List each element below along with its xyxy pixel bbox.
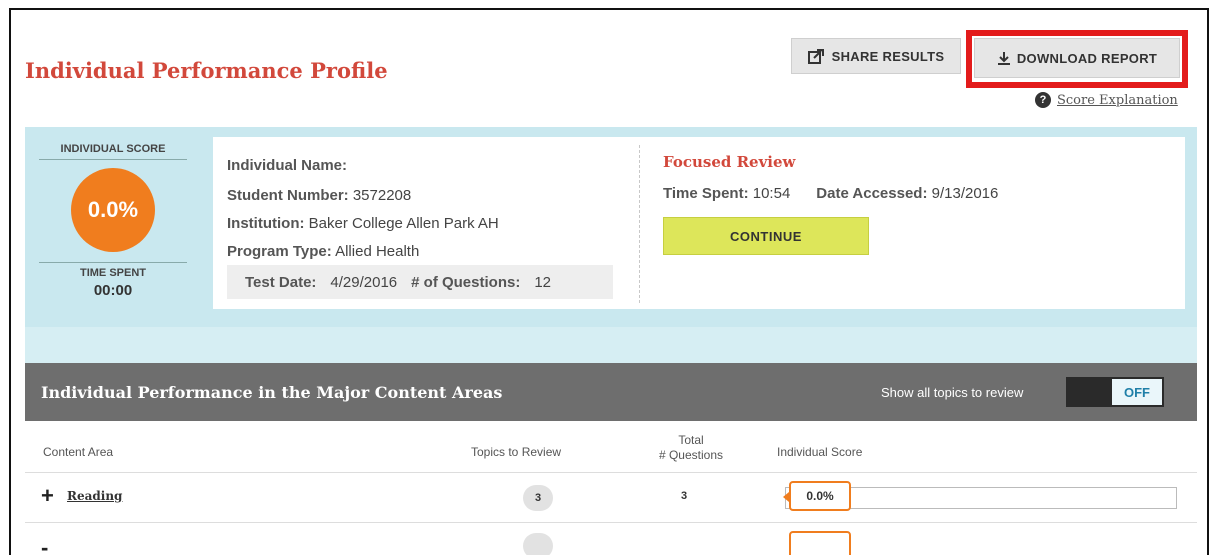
institution-value: Baker College Allen Park AH bbox=[308, 215, 499, 232]
score-marker: 0.0% bbox=[789, 481, 851, 511]
institution-line: Institution: Baker College Allen Park AH bbox=[227, 215, 499, 232]
share-results-label: SHARE RESULTS bbox=[831, 48, 945, 64]
focused-review-title: Focused Review bbox=[663, 153, 796, 171]
student-number-value: 3572208 bbox=[352, 187, 412, 204]
content-areas-title: Individual Performance in the Major Cont… bbox=[41, 383, 503, 402]
expand-plus-icon[interactable]: + bbox=[41, 485, 54, 507]
show-topics-toggle[interactable]: OFF bbox=[1066, 377, 1164, 407]
individual-score-header: INDIVIDUAL SCORE bbox=[39, 137, 187, 160]
questions-count-label: # of Questions: bbox=[411, 273, 521, 291]
col-topics-to-review: Topics to Review bbox=[471, 445, 562, 459]
focused-date-value: 9/13/2016 bbox=[931, 185, 999, 202]
summary-panel: INDIVIDUAL SCORE 0.0% TIME SPENT 00:00 I… bbox=[25, 127, 1197, 327]
score-marker-partial bbox=[789, 531, 851, 555]
col-total-line1: Total bbox=[678, 433, 704, 447]
help-icon: ? bbox=[1035, 92, 1051, 108]
table-row: + Reading 3 3 0.0% bbox=[25, 473, 1197, 523]
student-info-card: Individual Name: Student Number: 3572208… bbox=[213, 137, 1185, 309]
total-questions-value: 3 bbox=[681, 490, 688, 502]
show-topics-label: Show all topics to review bbox=[881, 385, 1024, 400]
page-frame: Individual Performance Profile SHARE RES… bbox=[9, 8, 1209, 555]
topics-to-review-badge-partial bbox=[523, 533, 553, 555]
col-total-questions: Total # Questions bbox=[651, 433, 731, 463]
col-content-area: Content Area bbox=[43, 445, 114, 459]
content-area-link[interactable]: Reading bbox=[67, 489, 122, 503]
info-divider bbox=[639, 145, 640, 303]
student-number-label: Student Number: bbox=[227, 187, 349, 204]
download-report-button[interactable]: DOWNLOAD REPORT bbox=[974, 38, 1180, 78]
download-report-label: DOWNLOAD REPORT bbox=[1016, 50, 1158, 66]
time-spent-value: 00:00 bbox=[93, 282, 133, 299]
continue-button[interactable]: CONTINUE bbox=[663, 217, 869, 255]
focused-date-accessed: Date Accessed: 9/13/2016 bbox=[816, 185, 998, 202]
table-header: Content Area Topics to Review Total # Qu… bbox=[25, 421, 1197, 473]
content-areas-header: Individual Performance in the Major Cont… bbox=[25, 363, 1197, 421]
score-explanation-link[interactable]: ? Score Explanation bbox=[1035, 92, 1178, 108]
individual-score-box: INDIVIDUAL SCORE 0.0% TIME SPENT 00:00 bbox=[33, 137, 193, 307]
student-number-line: Student Number: 3572208 bbox=[227, 187, 411, 204]
individual-score-value: 0.0% bbox=[71, 168, 155, 252]
individual-name-line: Individual Name: bbox=[227, 157, 347, 174]
focused-time-value: 10:54 bbox=[752, 185, 791, 202]
score-explanation-label: Score Explanation bbox=[1057, 92, 1178, 108]
focused-review-details: Time Spent: 10:54 Date Accessed: 9/13/20… bbox=[663, 185, 998, 202]
questions-count-value: 12 bbox=[534, 273, 552, 291]
topics-to-review-badge: 3 bbox=[523, 485, 553, 511]
time-spent-header: TIME SPENT bbox=[39, 262, 187, 279]
page-title: Individual Performance Profile bbox=[25, 58, 388, 83]
test-date-label: Test Date: bbox=[245, 273, 317, 291]
program-type-value: Allied Health bbox=[335, 243, 420, 260]
focused-time-label: Time Spent: bbox=[663, 185, 749, 202]
toggle-knob bbox=[1068, 379, 1112, 405]
focused-time-spent: Time Spent: 10:54 bbox=[663, 185, 790, 202]
share-icon bbox=[807, 49, 824, 64]
share-results-button[interactable]: SHARE RESULTS bbox=[791, 38, 961, 74]
individual-name-label: Individual Name: bbox=[227, 157, 348, 174]
toggle-state: OFF bbox=[1112, 379, 1162, 405]
col-total-line2: # Questions bbox=[658, 448, 724, 462]
table-row-partial: - bbox=[25, 523, 1197, 555]
col-individual-score: Individual Score bbox=[777, 445, 863, 459]
program-type-label: Program Type: bbox=[227, 243, 332, 260]
spacer-band bbox=[25, 327, 1197, 363]
program-type-line: Program Type: Allied Health bbox=[227, 243, 419, 260]
test-details-strip: Test Date: 4/29/2016 # of Questions: 12 bbox=[227, 265, 613, 299]
test-date-value: 4/29/2016 bbox=[330, 273, 398, 291]
expand-minus-icon[interactable]: - bbox=[41, 537, 48, 555]
institution-label: Institution: bbox=[227, 215, 305, 232]
download-icon bbox=[997, 51, 1010, 65]
focused-date-label: Date Accessed: bbox=[816, 185, 928, 202]
